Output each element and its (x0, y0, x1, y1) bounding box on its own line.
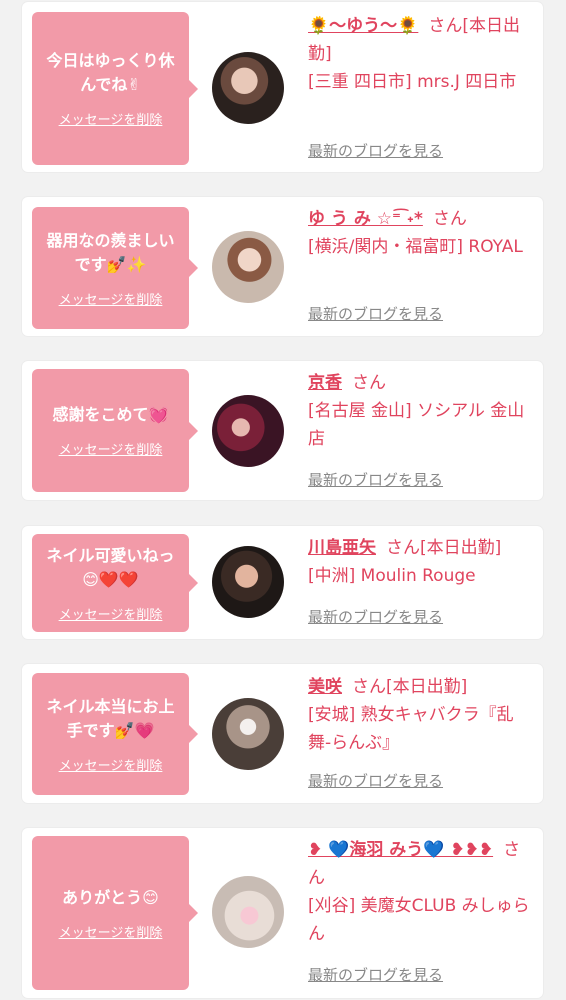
avatar[interactable] (212, 52, 284, 124)
message-bubble: ネイル可愛いねっ😊❤️❤️ メッセージを削除 (32, 534, 198, 632)
name-line: ❥ 💙海羽 みう💙 ❥❥❥ さん (308, 836, 533, 892)
delete-message-link[interactable]: メッセージを削除 (59, 439, 163, 458)
cast-info: 🌻〜ゆう〜🌻 さん[本日出勤] [三重 四日市] mrs.J 四日市 (308, 12, 533, 96)
latest-blog-link[interactable]: 最新のブログを見る (308, 469, 443, 490)
message-bubble: 今日はゆっくり休んでね✌ メッセージを削除 (32, 12, 198, 165)
message-bubble: 器用なの羨ましいです💅✨ メッセージを削除 (32, 207, 198, 329)
cast-name-link[interactable]: ❥ 💙海羽 みう💙 ❥❥❥ (308, 840, 493, 860)
shop-info: [刈谷] 美魔女CLUB みしゅらん (308, 896, 530, 944)
cast-name-link[interactable]: 京香 (308, 373, 342, 393)
honorific-status: さん[本日出勤] (352, 677, 468, 697)
avatar[interactable] (212, 876, 284, 948)
message-card: 今日はゆっくり休んでね✌ メッセージを削除 🌻〜ゆう〜🌻 さん[本日出勤] [三重… (22, 2, 543, 172)
cast-name-link[interactable]: 美咲 (308, 677, 342, 697)
latest-blog-link[interactable]: 最新のブログを見る (308, 140, 443, 161)
honorific-status: さん[本日出勤] (386, 538, 502, 558)
name-line: ゆ う み ☆⁼͡ ˖* さん (308, 205, 533, 233)
delete-message-link[interactable]: メッセージを削除 (59, 922, 163, 941)
avatar[interactable] (212, 395, 284, 467)
message-card: ネイル可愛いねっ😊❤️❤️ メッセージを削除 川島亜矢 さん[本日出勤] [中洲]… (22, 526, 543, 639)
delete-message-link[interactable]: メッセージを削除 (59, 755, 163, 774)
cast-info: ❥ 💙海羽 みう💙 ❥❥❥ さん [刈谷] 美魔女CLUB みしゅらん (308, 836, 533, 948)
cast-name-link[interactable]: 🌻〜ゆう〜🌻 (308, 16, 418, 36)
message-card: ありがとう😊 メッセージを削除 ❥ 💙海羽 みう💙 ❥❥❥ さん [刈谷] 美魔女… (22, 828, 543, 998)
avatar[interactable] (212, 698, 284, 770)
cast-info: 川島亜矢 さん[本日出勤] [中洲] Moulin Rouge (308, 534, 533, 590)
shop-info: [三重 四日市] mrs.J 四日市 (308, 72, 517, 92)
name-line: 京香 さん (308, 369, 533, 397)
message-text: ネイル本当にお上手です💅💗 (46, 696, 175, 740)
latest-blog-link[interactable]: 最新のブログを見る (308, 606, 443, 627)
message-bubble: 感謝をこめて💓 メッセージを削除 (32, 369, 198, 492)
cast-name-link[interactable]: 川島亜矢 (308, 538, 376, 558)
name-line: 🌻〜ゆう〜🌻 さん[本日出勤] (308, 12, 533, 68)
shop-info: [中洲] Moulin Rouge (308, 566, 476, 586)
avatar[interactable] (212, 546, 284, 618)
message-card: ネイル本当にお上手です💅💗 メッセージを削除 美咲 さん[本日出勤] [安城] 熟… (22, 664, 543, 803)
message-text: ネイル可愛いねっ😊❤️❤️ (46, 545, 175, 589)
message-text: 今日はゆっくり休んでね✌ (46, 51, 175, 94)
shop-info: [安城] 熟女キャバクラ『乱舞-らんぶ』 (308, 705, 514, 753)
message-text: 感謝をこめて💓 (52, 405, 169, 424)
message-card: 器用なの羨ましいです💅✨ メッセージを削除 ゆ う み ☆⁼͡ ˖* さん [横浜… (22, 197, 543, 336)
cast-info: 美咲 さん[本日出勤] [安城] 熟女キャバクラ『乱舞-らんぶ』 (308, 673, 533, 757)
delete-message-link[interactable]: メッセージを削除 (59, 604, 163, 623)
delete-message-link[interactable]: メッセージを削除 (59, 109, 163, 128)
name-line: 川島亜矢 さん[本日出勤] (308, 534, 533, 562)
message-bubble: ありがとう😊 メッセージを削除 (32, 836, 198, 990)
message-card: 感謝をこめて💓 メッセージを削除 京香 さん [名古屋 金山] ソシアル 金山店 … (22, 361, 543, 500)
latest-blog-link[interactable]: 最新のブログを見る (308, 770, 443, 791)
latest-blog-link[interactable]: 最新のブログを見る (308, 964, 443, 985)
cast-info: ゆ う み ☆⁼͡ ˖* さん [横浜/関内・福富町] ROYAL (308, 205, 533, 261)
delete-message-link[interactable]: メッセージを削除 (59, 289, 163, 308)
latest-blog-link[interactable]: 最新のブログを見る (308, 303, 443, 324)
honorific-status: さん (352, 373, 386, 393)
shop-info: [名古屋 金山] ソシアル 金山店 (308, 401, 525, 449)
shop-info: [横浜/関内・福富町] ROYAL (308, 237, 523, 257)
message-text: 器用なの羨ましいです💅✨ (46, 230, 175, 274)
message-bubble: ネイル本当にお上手です💅💗 メッセージを削除 (32, 673, 198, 795)
cast-info: 京香 さん [名古屋 金山] ソシアル 金山店 (308, 369, 533, 453)
cast-name-link[interactable]: ゆ う み ☆⁼͡ ˖* (308, 209, 423, 229)
honorific-status: さん (432, 209, 467, 229)
avatar[interactable] (212, 231, 284, 303)
name-line: 美咲 さん[本日出勤] (308, 673, 533, 701)
message-text: ありがとう😊 (62, 887, 159, 907)
